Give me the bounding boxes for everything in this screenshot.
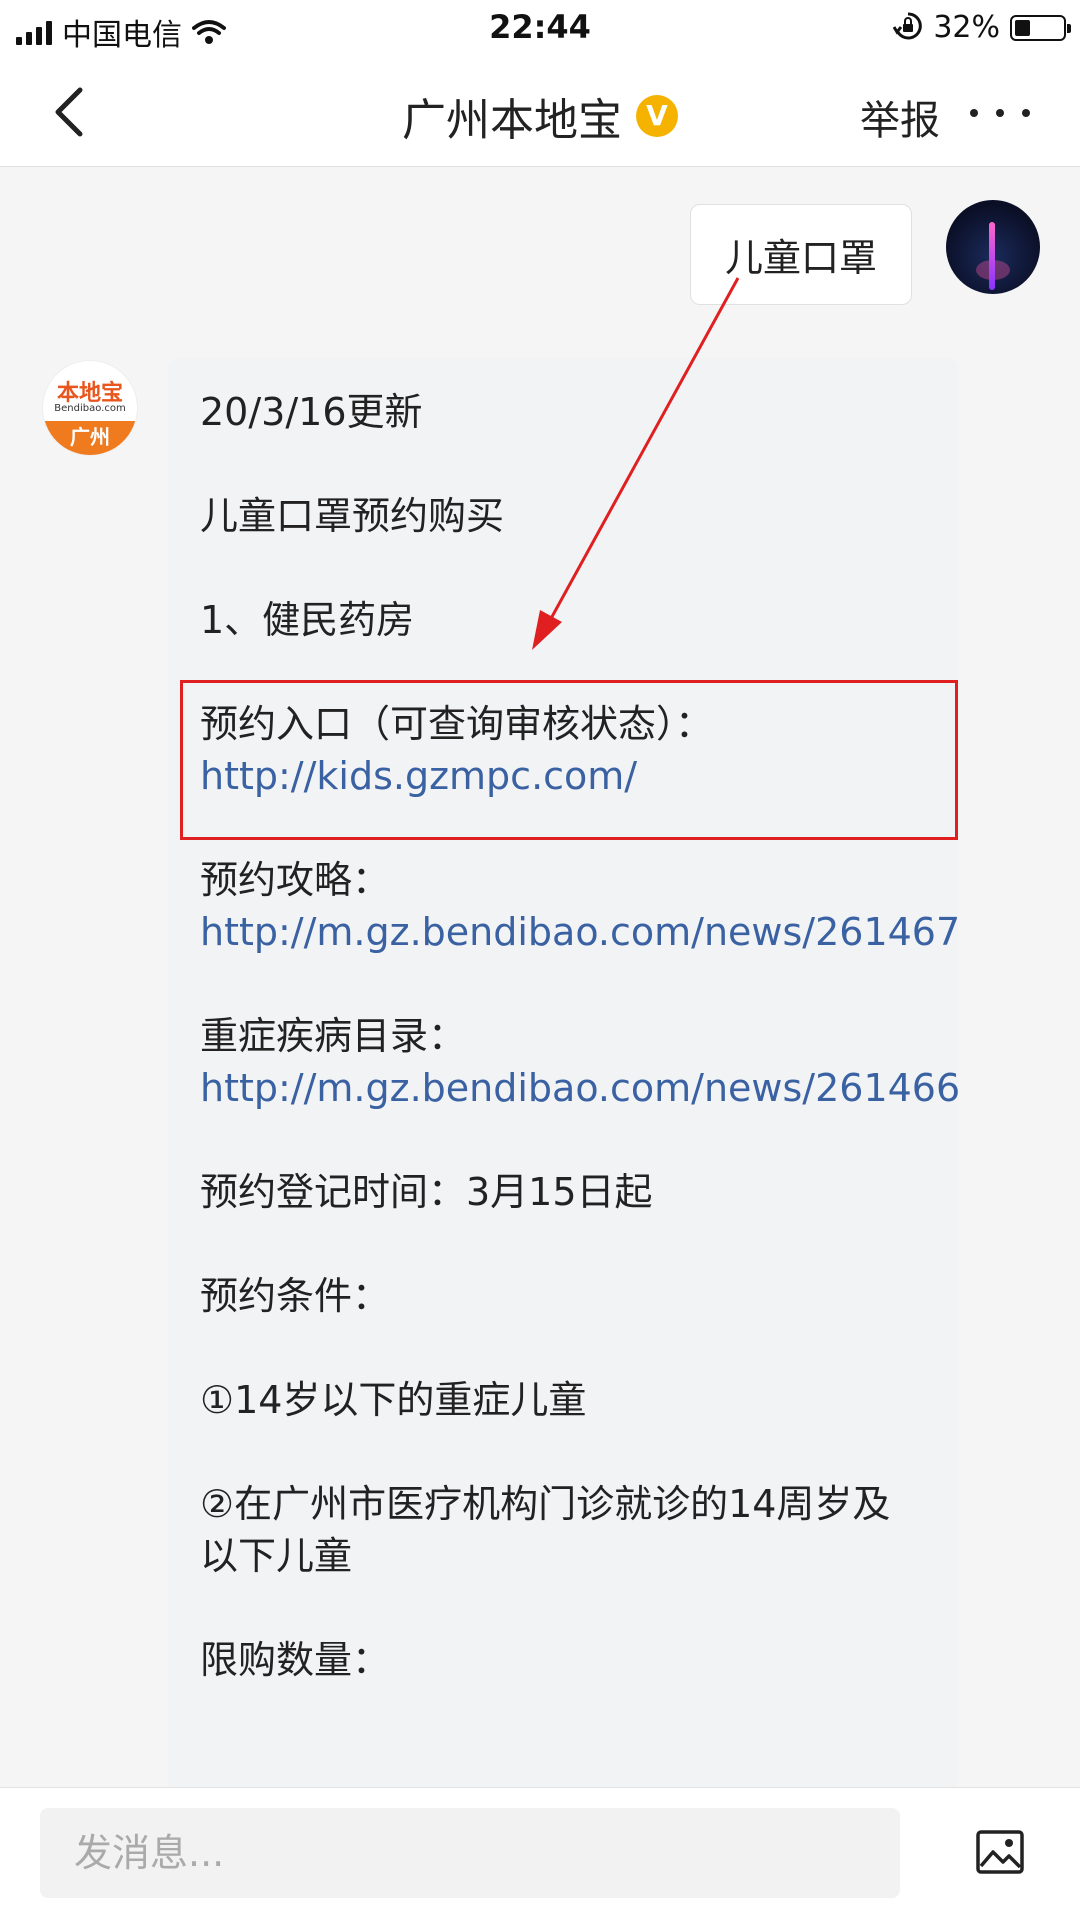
report-button[interactable]: 举报 <box>860 88 940 146</box>
limit-label: 限购数量： <box>200 1638 391 1682</box>
condition-1: ①14岁以下的重症儿童 <box>200 1378 587 1422</box>
nav-bar: 广州本地宝 V 举报 <box>0 58 1080 167</box>
registration-time: 预约登记时间：3月15日起 <box>200 1170 653 1214</box>
message-heading: 儿童口罩预约购买 <box>200 494 505 538</box>
sender-avatar[interactable]: 本地宝 Bendibao.com 广州 <box>42 360 138 456</box>
disease-line: 重症疾病目录： http://m.gz.bendibao.com/news/261… <box>200 1010 958 1114</box>
received-message-bubble: 20/3/16更新 儿童口罩预约购买 1、健民药房 预约入口（可查询审核状态）：… <box>168 358 958 1798</box>
more-options-button[interactable] <box>970 88 1030 138</box>
entry-line: 预约入口（可查询审核状态）： http://kids.gzmpc.com/ <box>200 698 928 802</box>
entry-label: 预约入口（可查询审核状态）： <box>200 702 714 746</box>
sent-message-bubble[interactable]: 儿童口罩 <box>689 204 912 305</box>
message-input[interactable] <box>40 1808 900 1898</box>
battery-icon <box>1010 14 1071 41</box>
battery-percent: 32% <box>933 10 1000 45</box>
orientation-lock-icon <box>893 11 923 45</box>
disease-link[interactable]: http://m.gz.bendibao.com/news/261466.htm… <box>200 1066 958 1110</box>
user-avatar[interactable] <box>946 200 1040 294</box>
guide-line: 预约攻略： http://m.gz.bendibao.com/news/26146… <box>200 854 958 958</box>
input-bar <box>0 1787 1080 1920</box>
back-button[interactable] <box>40 80 104 144</box>
update-date: 20/3/16更新 <box>200 390 423 434</box>
image-button[interactable] <box>976 1830 1024 1874</box>
sender-avatar-city: 广州 <box>43 421 137 455</box>
back-chevron-icon <box>55 87 83 137</box>
entry-link[interactable]: http://kids.gzmpc.com/ <box>200 754 637 798</box>
image-icon <box>976 1830 1024 1874</box>
page-title: 广州本地宝 <box>402 95 622 146</box>
more-dots-icon <box>970 109 978 117</box>
verified-icon: V <box>636 95 678 137</box>
sender-avatar-subtext: Bendibao.com <box>54 403 126 414</box>
disease-label: 重症疾病目录： <box>200 1014 467 1058</box>
guide-label: 预约攻略： <box>200 858 391 902</box>
condition-2: ②在广州市医疗机构门诊就诊的14周岁及以下儿童 <box>200 1482 891 1578</box>
conditions-label: 预约条件： <box>200 1274 391 1318</box>
pharmacy-label: 1、健民药房 <box>200 598 415 642</box>
guide-link[interactable]: http://m.gz.bendibao.com/news/261467.htm… <box>200 910 958 954</box>
status-bar: 中国电信 22:44 32% <box>0 0 1080 58</box>
